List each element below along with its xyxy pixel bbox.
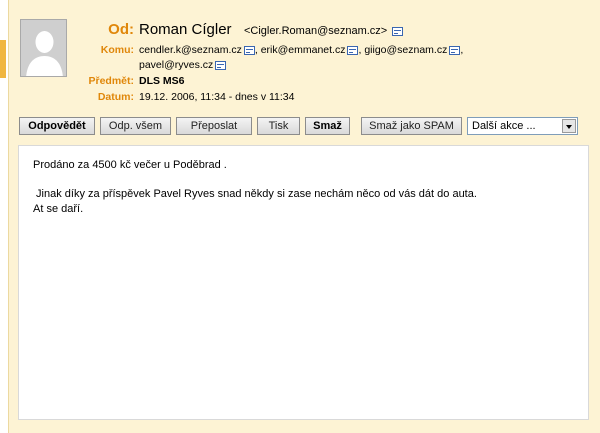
delete-as-spam-button[interactable]: Smaž jako SPAM	[361, 117, 462, 135]
message-line-2: Jinak díky za příspěvek Pavel Ryves snad…	[33, 188, 477, 200]
to-label: Komu:	[100, 44, 134, 56]
recipients-line-1: cendler.k@seznam.cz , erik@emmanet.cz , gi…	[139, 44, 463, 56]
message-body: Prodáno za 4500 kč večer u Poděbrad . Ji…	[18, 145, 589, 420]
contact-card-icon[interactable]	[215, 60, 227, 70]
subject-value: DLS MS6	[139, 75, 185, 87]
recipients-line-2: pavel@ryves.cz	[139, 59, 227, 71]
message-line-1: Prodáno za 4500 kč večer u Poděbrad .	[33, 159, 227, 171]
recipient-3[interactable]: , giigo@seznam.cz	[358, 44, 447, 56]
subject-label: Předmět:	[88, 75, 134, 87]
recipient-4[interactable]: pavel@ryves.cz	[139, 59, 213, 71]
reply-all-button[interactable]: Odp. všem	[100, 117, 171, 135]
sender-email-text: <Cigler.Roman@seznam.cz>	[244, 25, 388, 37]
forward-button[interactable]: Přeposlat	[176, 117, 252, 135]
sender-email[interactable]: <Cigler.Roman@seznam.cz>	[244, 25, 404, 37]
recipient-separator: ,	[460, 44, 464, 56]
date-label: Datum:	[97, 91, 134, 103]
person-silhouette-icon	[21, 20, 66, 76]
recipient-1[interactable]: cendler.k@seznam.cz	[139, 44, 242, 56]
sender-avatar	[20, 19, 67, 77]
contact-card-icon[interactable]	[449, 45, 461, 55]
reply-button[interactable]: Odpovědět	[19, 117, 95, 135]
recipient-2[interactable]: , erik@emmanet.cz	[255, 44, 346, 56]
contact-card-icon[interactable]	[243, 45, 255, 55]
chevron-down-icon[interactable]	[562, 119, 576, 133]
print-button[interactable]: Tisk	[257, 117, 300, 135]
contact-card-icon[interactable]	[347, 45, 359, 55]
left-accent-bar	[0, 40, 6, 78]
delete-button[interactable]: Smaž	[305, 117, 350, 135]
contact-card-icon[interactable]	[392, 26, 404, 36]
more-actions-select[interactable]: Další akce ...	[467, 117, 578, 135]
more-actions-value: Další akce ...	[472, 120, 536, 132]
sender-name: Roman Cígler	[139, 21, 232, 38]
date-value: 19.12. 2006, 11:34 - dnes v 11:34	[139, 91, 295, 103]
from-label: Od:	[108, 21, 134, 38]
message-line-3: At se daří.	[33, 203, 84, 215]
